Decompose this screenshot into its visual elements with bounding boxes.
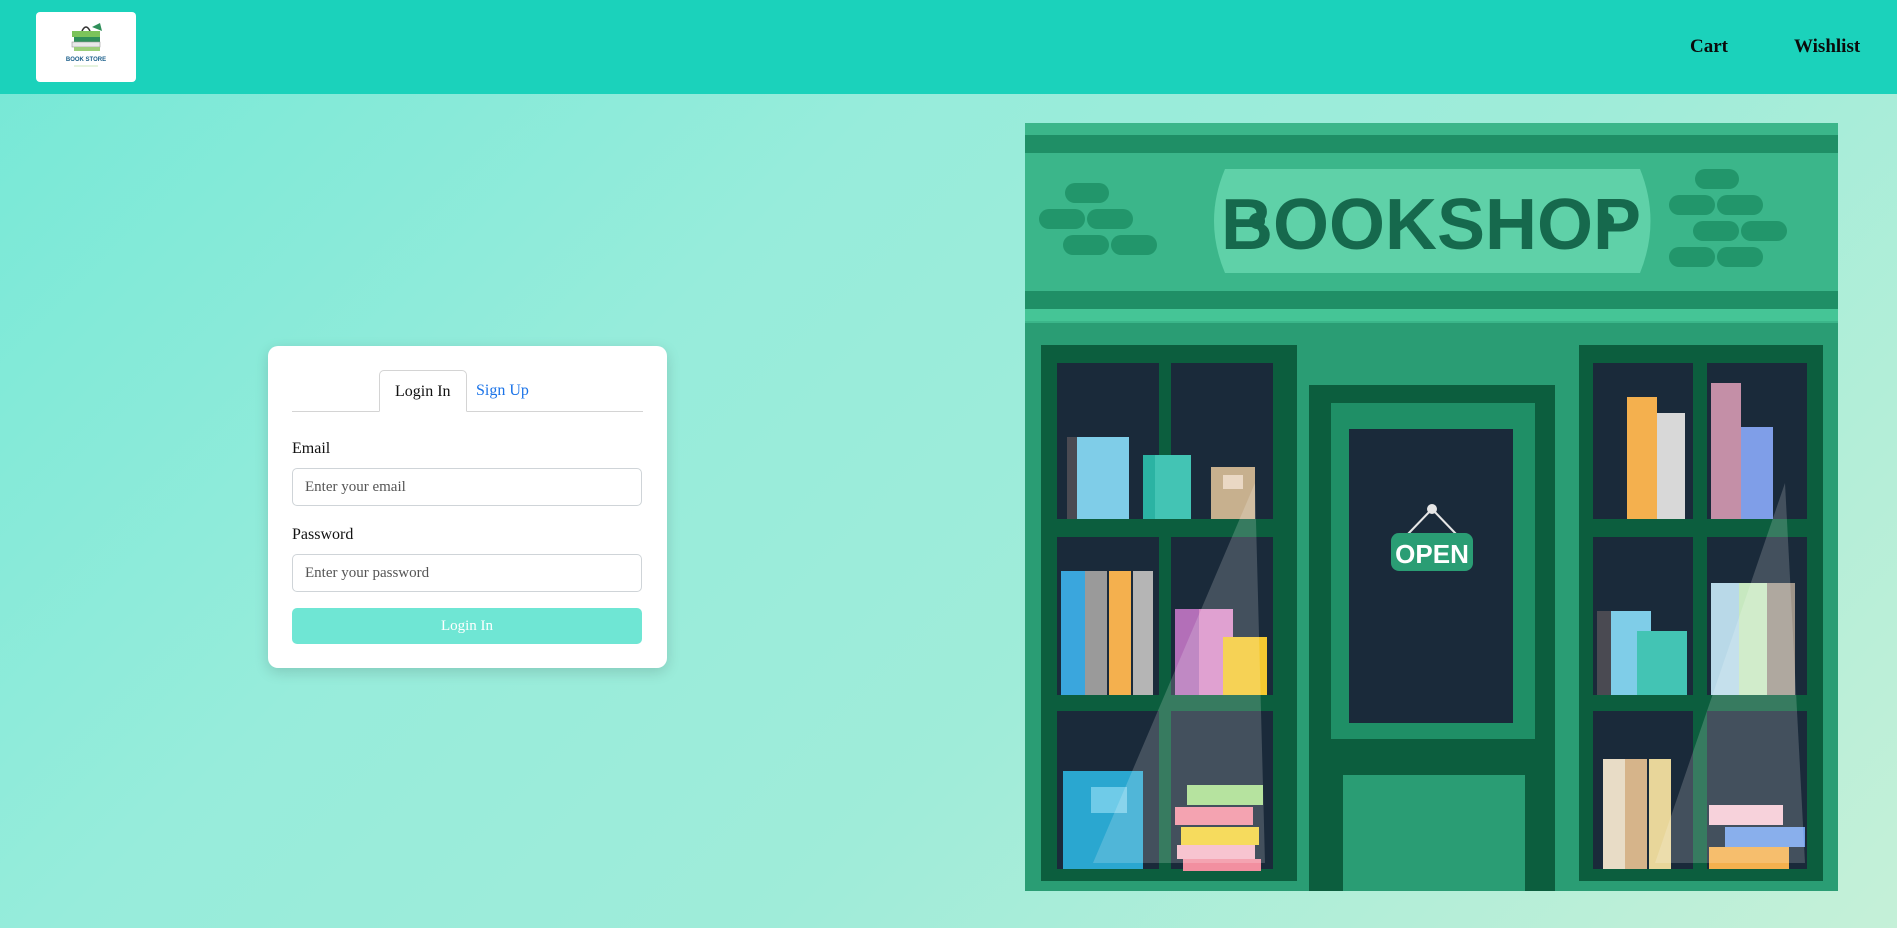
logo-text: BOOK STORE [66, 57, 106, 63]
nav-cart-link[interactable]: Cart [1690, 36, 1728, 58]
email-label: Email [292, 440, 331, 457]
nav-wishlist-link[interactable]: Wishlist [1794, 36, 1860, 58]
auth-card: Login In Sign Up Email Password Login In [268, 346, 667, 668]
shop-sign-text: BOOKSHOP [1221, 185, 1641, 265]
top-navbar: BOOK STORE Cart Wishlist [0, 0, 1897, 94]
bookshop-illustration: BOOKSHOP OPEN [1025, 123, 1838, 891]
password-field[interactable] [292, 554, 642, 592]
store-logo[interactable]: BOOK STORE [36, 12, 136, 82]
password-label: Password [292, 526, 354, 543]
open-sign-text: OPEN [1395, 539, 1469, 569]
tab-signup[interactable]: Sign Up [461, 370, 544, 412]
email-field[interactable] [292, 468, 642, 506]
logo-books-icon: BOOK STORE [66, 23, 106, 67]
tab-login[interactable]: Login In [379, 370, 467, 412]
login-button[interactable]: Login In [292, 608, 642, 644]
